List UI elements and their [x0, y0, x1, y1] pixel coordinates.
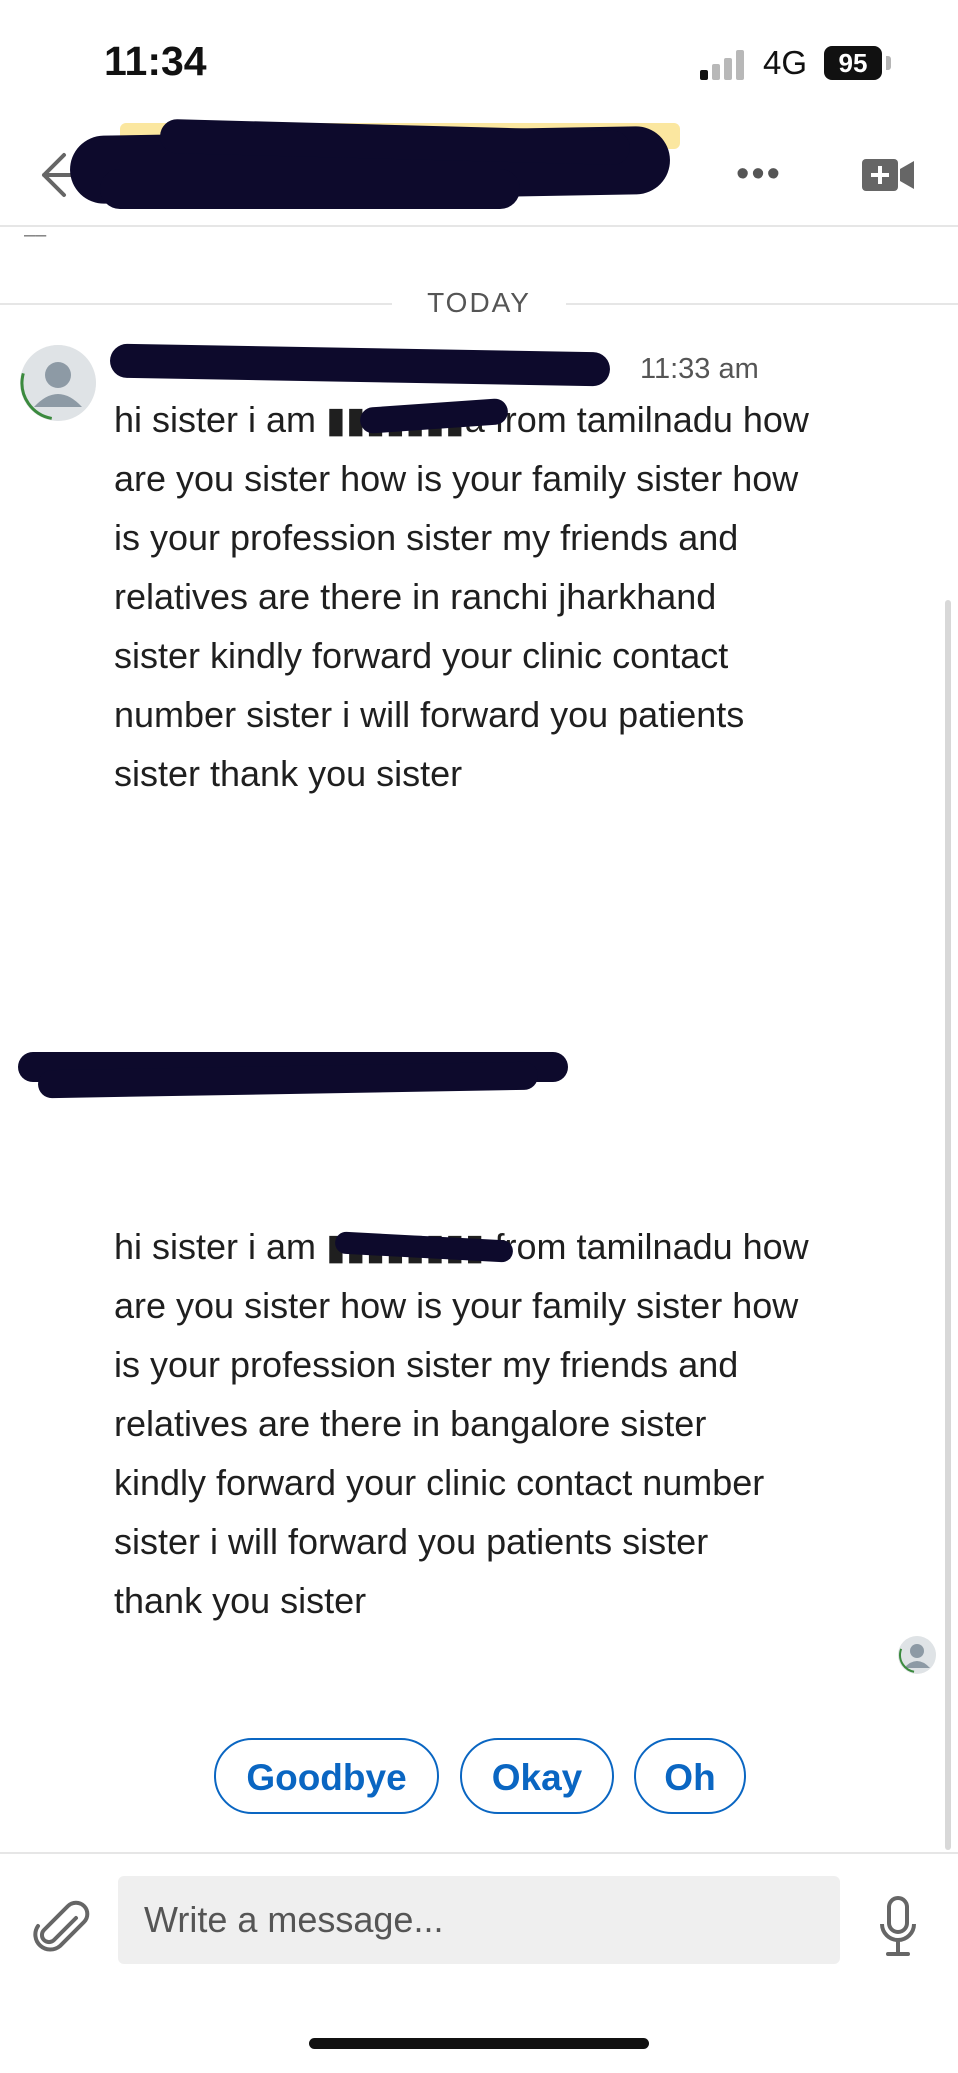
avatar-icon [20, 345, 96, 421]
quick-reply-okay[interactable]: Okay [460, 1738, 614, 1814]
conversation-header: ••• [0, 118, 958, 227]
message-text: hi sister i am ▮▮▮▮▮▮▮▮ from tamilnadu h… [114, 1226, 809, 1621]
message-input[interactable] [118, 1876, 840, 1964]
video-call-button[interactable] [860, 151, 916, 199]
avatar-icon [898, 1636, 936, 1674]
date-label: TODAY [427, 287, 531, 318]
battery-level: 95 [824, 46, 882, 80]
battery-tip [886, 56, 891, 70]
paperclip-icon [33, 1900, 90, 1952]
network-type: 4G [763, 44, 808, 81]
message-composer [0, 1852, 958, 1999]
status-time: 11:34 [104, 38, 207, 84]
attach-button[interactable] [30, 1894, 90, 1954]
scrollbar[interactable] [945, 600, 951, 1850]
microphone-icon [880, 1896, 916, 1956]
sender-avatar[interactable] [20, 345, 96, 421]
message-time: 11:33 am [640, 353, 759, 385]
signal-strength-icon [700, 50, 748, 80]
status-bar: 11:34 4G 95 [0, 0, 958, 130]
quick-reply-oh[interactable]: Oh [634, 1738, 746, 1814]
message-text: hi sister i am ▮▮▮▮▮▮▮a from tamilnadu h… [114, 399, 809, 794]
separator-dash: ‒‒ [24, 224, 47, 246]
video-call-icon [862, 159, 914, 191]
microphone-button[interactable] [878, 1896, 918, 1958]
quick-reply-goodbye[interactable]: Goodbye [214, 1738, 439, 1814]
home-indicator[interactable] [309, 2038, 649, 2049]
sender-name-redacted[interactable] [109, 340, 611, 390]
date-divider: TODAY [0, 285, 958, 321]
contact-name-redacted[interactable] [60, 118, 700, 225]
more-options-button[interactable]: ••• [728, 149, 790, 199]
sender-name-redacted[interactable] [18, 1050, 578, 1100]
read-receipt-avatar [898, 1636, 936, 1674]
